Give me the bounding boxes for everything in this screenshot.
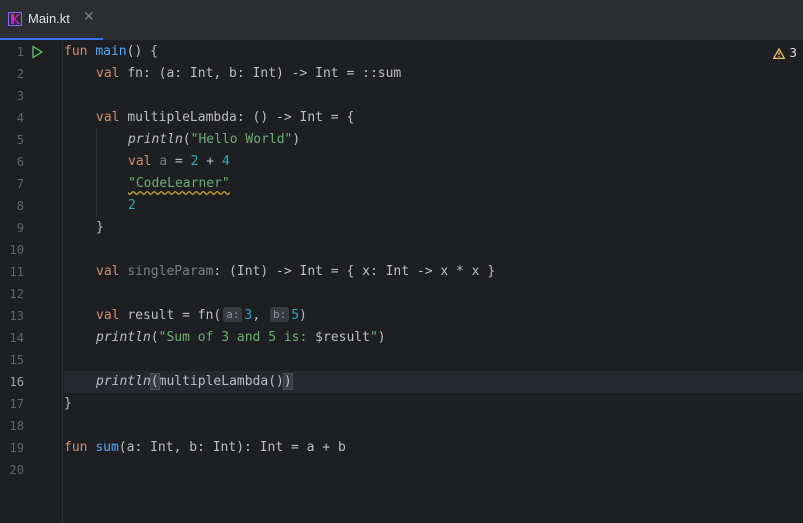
code-line-2[interactable]: val fn: (a: Int, b: Int) -> Int = ::sum <box>64 63 803 85</box>
matched-bracket: ) <box>282 373 293 390</box>
line-number: 12 <box>9 287 24 301</box>
code-line-13[interactable]: val result = fn(a: 3, b: 5) <box>64 305 803 327</box>
unused-variable: singleParam <box>127 264 214 279</box>
code-text: multipleLambda: () -> Int = { <box>127 110 355 125</box>
paren: ) <box>377 330 386 345</box>
line-number: 6 <box>16 155 24 169</box>
code-text: fn: (a: Int, b: Int) -> Int = ::sum <box>127 66 402 81</box>
parameter-hint: b: <box>269 307 290 322</box>
code-text: : (Int) -> Int = { x: Int -> x * x } <box>213 264 496 279</box>
code-line-8[interactable]: 2 <box>64 195 803 217</box>
paren: ( <box>182 132 191 147</box>
line-number: 11 <box>9 265 24 279</box>
code-text: () { <box>126 44 158 59</box>
code-line-16[interactable]: println(multipleLambda()) <box>64 371 803 393</box>
active-tab-indicator <box>0 38 103 40</box>
line-number: 20 <box>9 463 24 477</box>
line-number: 1 <box>16 45 24 59</box>
run-gutter-icon[interactable] <box>30 45 44 59</box>
code-text: multipleLambda() <box>158 374 284 389</box>
code-line-11[interactable]: val singleParam: (Int) -> Int = { x: Int… <box>64 261 803 283</box>
keyword: val <box>96 110 120 125</box>
line-number: 19 <box>9 441 24 455</box>
code-line-6[interactable]: val a = 2 + 4 <box>64 151 803 173</box>
line-number: 8 <box>16 199 24 213</box>
line-number: 15 <box>9 353 24 367</box>
code-line-4[interactable]: val multipleLambda: () -> Int = { <box>64 107 803 129</box>
code-text: result = fn( <box>127 308 222 323</box>
string-literal: " <box>369 330 378 345</box>
code-text: (a: Int, b: Int): Int = a + b <box>118 440 346 455</box>
string-literal: "Sum of 3 and 5 is: <box>158 330 316 345</box>
keyword: fun <box>64 44 88 59</box>
line-number: 9 <box>16 221 24 235</box>
number-literal: 2 <box>128 198 136 213</box>
keyword: val <box>128 154 152 169</box>
keyword: val <box>96 264 120 279</box>
keyword: val <box>96 308 120 323</box>
number-literal: 2 <box>190 154 199 169</box>
tab-main-kt[interactable]: Main.kt ✕ <box>0 0 103 40</box>
operator: = <box>174 154 183 169</box>
comma: , <box>252 308 261 323</box>
line-number-gutter: 1 2 3 4 5 6 7 8 9 10 11 12 13 14 15 16 1… <box>0 41 63 523</box>
string-literal: "Hello World" <box>190 132 293 147</box>
string-template: $result <box>315 330 370 345</box>
number-literal: 4 <box>221 154 230 169</box>
code-line-19[interactable]: fun sum(a: Int, b: Int): Int = a + b <box>64 437 803 459</box>
code-editor[interactable]: 3 1 2 3 4 5 6 7 8 9 10 11 12 13 14 15 16… <box>0 41 803 523</box>
kotlin-file-icon <box>8 12 22 26</box>
line-number: 3 <box>16 89 24 103</box>
code-line-5[interactable]: println("Hello World") <box>64 129 803 151</box>
string-literal-warning: "CodeLearner" <box>128 176 230 191</box>
code-line-17[interactable]: } <box>64 393 803 415</box>
line-number: 13 <box>9 309 24 323</box>
line-number: 14 <box>9 331 24 345</box>
function-call: println <box>96 374 151 389</box>
function-name: main <box>95 44 127 59</box>
line-number: 4 <box>16 111 24 125</box>
code-line-14[interactable]: println("Sum of 3 and 5 is: $result") <box>64 327 803 349</box>
number-literal: 5 <box>291 308 300 323</box>
keyword: val <box>96 66 120 81</box>
closing-brace: } <box>64 396 72 411</box>
ide-window: Main.kt ✕ 3 1 2 3 4 5 6 7 8 9 10 11 12 1… <box>0 0 803 523</box>
paren: ) <box>292 132 301 147</box>
unused-variable: a <box>159 154 168 169</box>
line-number-current: 16 <box>9 375 24 389</box>
code-line-7[interactable]: "CodeLearner" <box>64 173 803 195</box>
parameter-hint: a: <box>223 307 243 322</box>
function-name: sum <box>95 440 119 455</box>
close-icon[interactable]: ✕ <box>83 9 95 25</box>
tab-title: Main.kt <box>28 11 70 26</box>
line-number: 17 <box>9 397 24 411</box>
line-number: 2 <box>16 67 24 81</box>
code-line-9[interactable]: } <box>64 217 803 239</box>
matched-bracket: ( <box>149 373 160 390</box>
keyword: fun <box>64 440 88 455</box>
paren: ( <box>150 330 159 345</box>
line-number: 7 <box>16 177 24 191</box>
closing-brace: } <box>96 220 104 235</box>
line-number: 5 <box>16 133 24 147</box>
function-call: println <box>96 330 151 345</box>
code-line-1[interactable]: fun main() { <box>64 41 803 63</box>
line-number: 18 <box>9 419 24 433</box>
paren: ) <box>299 308 307 323</box>
function-call: println <box>128 132 183 147</box>
operator: + <box>206 154 215 169</box>
line-number: 10 <box>9 243 24 257</box>
editor-tab-bar: Main.kt ✕ <box>0 0 803 41</box>
